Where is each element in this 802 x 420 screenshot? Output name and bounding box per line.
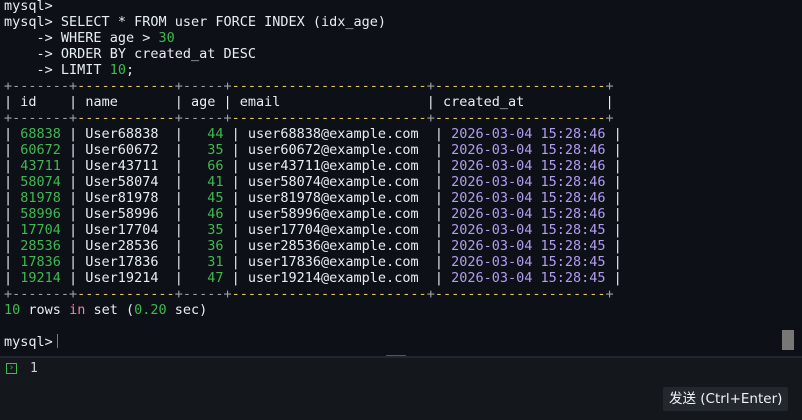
cell-id: 68838	[20, 126, 61, 142]
table-border-mid: +-------+------------+-----+------------…	[4, 110, 614, 126]
cell-created-at: 2026-03-04 15:28:45	[451, 254, 606, 270]
cell-created-at: 2026-03-04 15:28:46	[451, 158, 606, 174]
cell-id: 43711	[20, 158, 61, 174]
cell-age: 36	[207, 238, 224, 254]
table-row: | 68838 | User68838 | 44 | user68838@exa…	[4, 126, 622, 142]
table-row: | 58996 | User58996 | 46 | user58996@exa…	[4, 206, 622, 222]
active-prompt[interactable]: mysql>	[4, 334, 58, 350]
cell-id: 17704	[20, 222, 61, 238]
cell-created-at: 2026-03-04 15:28:45	[451, 270, 606, 286]
cell-id: 28536	[20, 238, 61, 254]
cell-age: 41	[207, 174, 224, 190]
cell-name: User17704	[85, 222, 159, 238]
cell-email: user28536@example.com	[247, 238, 419, 254]
prompt-line: mysql>	[4, 0, 53, 14]
cell-name: User81978	[85, 190, 159, 206]
cell-name: User68838	[85, 126, 159, 142]
cell-id: 17836	[20, 254, 61, 270]
cell-id: 58074	[20, 174, 61, 190]
cell-name: User58996	[85, 206, 159, 222]
send-button[interactable]: 发送 (Ctrl+Enter)	[663, 387, 789, 411]
query-line-3: -> ORDER BY created_at DESC	[36, 46, 256, 62]
cell-age: 35	[207, 222, 224, 238]
terminal-output: mysql> mysql> SELECT * FROM user FORCE I…	[0, 0, 778, 356]
cell-name: User17836	[85, 254, 159, 270]
cell-email: user81978@example.com	[247, 190, 419, 206]
cell-name: User60672	[85, 142, 159, 158]
cell-name: User19214	[85, 270, 159, 286]
cell-id: 81978	[20, 190, 61, 206]
cell-created-at: 2026-03-04 15:28:46	[451, 142, 606, 158]
column-header-email: email	[239, 94, 281, 110]
table-border-bottom: +-------+------------+-----+------------…	[4, 286, 614, 302]
line-number: 1	[30, 361, 38, 376]
table-row: | 60672 | User60672 | 35 | user60672@exa…	[4, 142, 622, 158]
cell-email: user17836@example.com	[247, 254, 419, 270]
table-row: | 43711 | User43711 | 66 | user43711@exa…	[4, 158, 622, 174]
column-header-age: age	[190, 94, 216, 110]
table-header-row: | id | name | age | email | created_at |	[4, 94, 614, 110]
cell-age: 66	[207, 158, 224, 174]
table-row: | 28536 | User28536 | 36 | user28536@exa…	[4, 238, 622, 254]
cell-email: user58074@example.com	[247, 174, 419, 190]
column-header-id: id	[20, 94, 37, 110]
table-row: | 19214 | User19214 | 47 | user19214@exa…	[4, 270, 622, 286]
table-row: | 81978 | User81978 | 45 | user81978@exa…	[4, 190, 622, 206]
cell-email: user17704@example.com	[247, 222, 419, 238]
cell-id: 19214	[20, 270, 61, 286]
text-cursor	[56, 334, 58, 348]
cell-name: User58074	[85, 174, 159, 190]
column-header-created-at: created_at	[442, 94, 525, 110]
scrollbar-thumb[interactable]	[782, 330, 794, 350]
query-line-1: mysql> SELECT * FROM user FORCE INDEX (i…	[4, 14, 387, 30]
cell-created-at: 2026-03-04 15:28:45	[451, 222, 606, 238]
cell-created-at: 2026-03-04 15:28:46	[451, 206, 606, 222]
cell-email: user43711@example.com	[247, 158, 419, 174]
cell-created-at: 2026-03-04 15:28:46	[451, 190, 606, 206]
cell-id: 58996	[20, 206, 61, 222]
table-row: | 58074 | User58074 | 41 | user58074@exa…	[4, 174, 622, 190]
cell-created-at: 2026-03-04 15:28:45	[451, 238, 606, 254]
cell-age: 31	[207, 254, 224, 270]
cell-age: 47	[207, 270, 224, 286]
cell-created-at: 2026-03-04 15:28:46	[451, 174, 606, 190]
result-summary: 10 rows in set (0.20 sec)	[4, 302, 208, 318]
cell-age: 45	[207, 190, 224, 206]
cell-email: user68838@example.com	[247, 126, 419, 142]
table-border-top: +-------+------------+-----+------------…	[4, 78, 614, 94]
cell-created-at: 2026-03-04 15:28:46	[451, 126, 606, 142]
cell-age: 35	[207, 142, 224, 158]
cell-email: user60672@example.com	[247, 142, 419, 158]
cell-email: user58996@example.com	[247, 206, 419, 222]
table-row: | 17836 | User17836 | 31 | user17836@exa…	[4, 254, 622, 270]
vertical-scrollbar[interactable]	[778, 0, 802, 356]
cell-id: 60672	[20, 142, 61, 158]
cell-name: User28536	[85, 238, 159, 254]
query-line-2: -> WHERE age > 30	[36, 30, 175, 46]
column-header-name: name	[85, 94, 118, 110]
cell-age: 44	[207, 126, 224, 142]
cell-age: 46	[207, 206, 224, 222]
table-row: | 17704 | User17704 | 35 | user17704@exa…	[4, 222, 622, 238]
cell-email: user19214@example.com	[247, 270, 419, 286]
query-line-4: -> LIMIT 10;	[36, 62, 135, 78]
cell-name: User43711	[85, 158, 159, 174]
terminal-chevron-icon: ›	[6, 363, 17, 374]
